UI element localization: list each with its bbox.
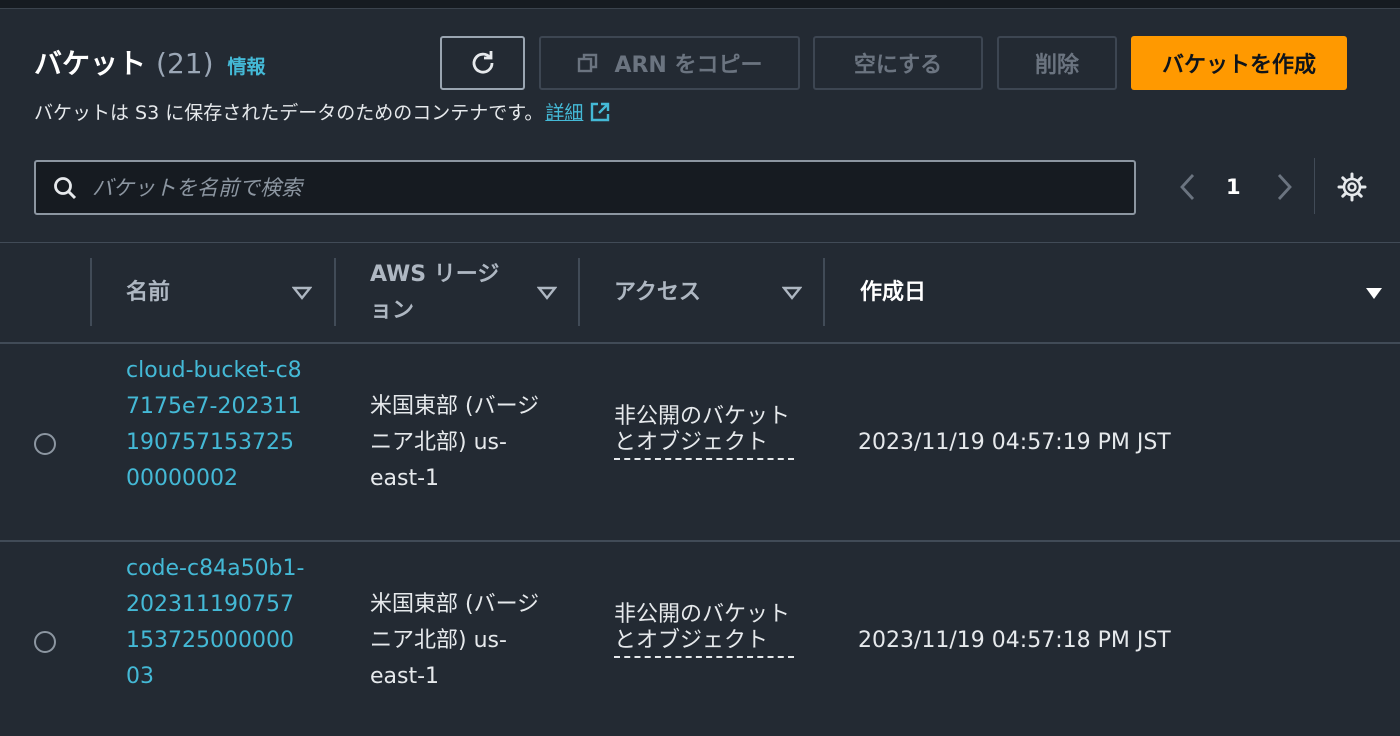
bucket-region: 米国東部 (バージニア北部) us-east-1 (370, 394, 540, 491)
search-input[interactable] (90, 174, 1074, 201)
column-divider (90, 258, 92, 326)
refresh-icon (472, 51, 493, 74)
description-text: バケットは S3 に保存されたデータのためのコンテナです。 (34, 102, 544, 124)
top-divider (0, 8, 1400, 9)
table-row[interactable]: cloud-bucket-c87175e7-202311190757153725… (0, 344, 1400, 540)
column-header-access[interactable]: アクセス (614, 275, 701, 311)
search-icon (52, 175, 78, 201)
page-number-1[interactable]: 1 (1226, 170, 1241, 204)
top-bar (0, 0, 1400, 8)
copy-arn-label: ARN をコピー (614, 53, 763, 78)
column-divider (334, 258, 336, 326)
column-header-name[interactable]: 名前 (126, 275, 170, 311)
refresh-button[interactable] (440, 36, 525, 90)
table-header: 名前 AWS リージョン アクセス 作成日 (0, 243, 1400, 343)
info-link[interactable]: 情報 (228, 52, 266, 79)
table-settings-button[interactable] (1336, 170, 1368, 204)
row-select-radio[interactable] (34, 631, 56, 653)
page-title: バケット (21) 情報 (34, 42, 266, 82)
bucket-created-date: 2023/11/19 04:57:18 PM JST (858, 628, 1171, 653)
chevron-left-icon (1180, 174, 1195, 200)
title-text: バケット (34, 47, 147, 80)
bucket-region: 米国東部 (バージニア北部) us-east-1 (370, 592, 540, 689)
table-row[interactable]: code-c84a50b1-20231119075715372500000003… (0, 542, 1400, 736)
column-divider (578, 258, 580, 326)
bucket-created-date: 2023/11/19 04:57:19 PM JST (858, 430, 1171, 455)
empty-button[interactable]: 空にする (813, 36, 983, 90)
delete-button[interactable]: 削除 (997, 36, 1117, 90)
copy-icon (578, 53, 598, 73)
sort-down-icon[interactable] (292, 285, 312, 301)
gear-icon (1337, 172, 1367, 202)
details-link[interactable]: 詳細 (545, 98, 583, 125)
external-link-icon[interactable] (589, 101, 611, 123)
column-header-region[interactable]: AWS リージョン (370, 257, 520, 329)
search-box[interactable] (34, 160, 1136, 215)
bucket-access[interactable]: 非公開のバケットとオブジェクト (614, 404, 794, 460)
bucket-access[interactable]: 非公開のバケットとオブジェクト (614, 602, 794, 658)
copy-arn-button[interactable]: ARN をコピー (539, 36, 800, 90)
sort-down-icon[interactable] (537, 285, 557, 301)
next-page-button[interactable] (1272, 170, 1296, 204)
page-description: バケットは S3 に保存されたデータのためのコンテナです。 詳細 (34, 98, 611, 125)
previous-page-button[interactable] (1176, 170, 1200, 204)
row-select-radio[interactable] (34, 433, 56, 455)
bucket-count: (21) (156, 47, 214, 80)
column-header-created[interactable]: 作成日 (860, 275, 926, 311)
column-divider (823, 258, 825, 326)
sort-descending-icon[interactable] (1364, 285, 1384, 301)
bucket-name-link[interactable]: cloud-bucket-c87175e7-202311190757153725… (126, 353, 306, 497)
sort-down-icon[interactable] (782, 285, 802, 301)
create-bucket-button[interactable]: バケットを作成 (1131, 36, 1347, 90)
chevron-right-icon (1277, 174, 1292, 200)
bucket-name-link[interactable]: code-c84a50b1-20231119075715372500000003 (126, 551, 306, 695)
pagination-divider (1314, 158, 1315, 214)
